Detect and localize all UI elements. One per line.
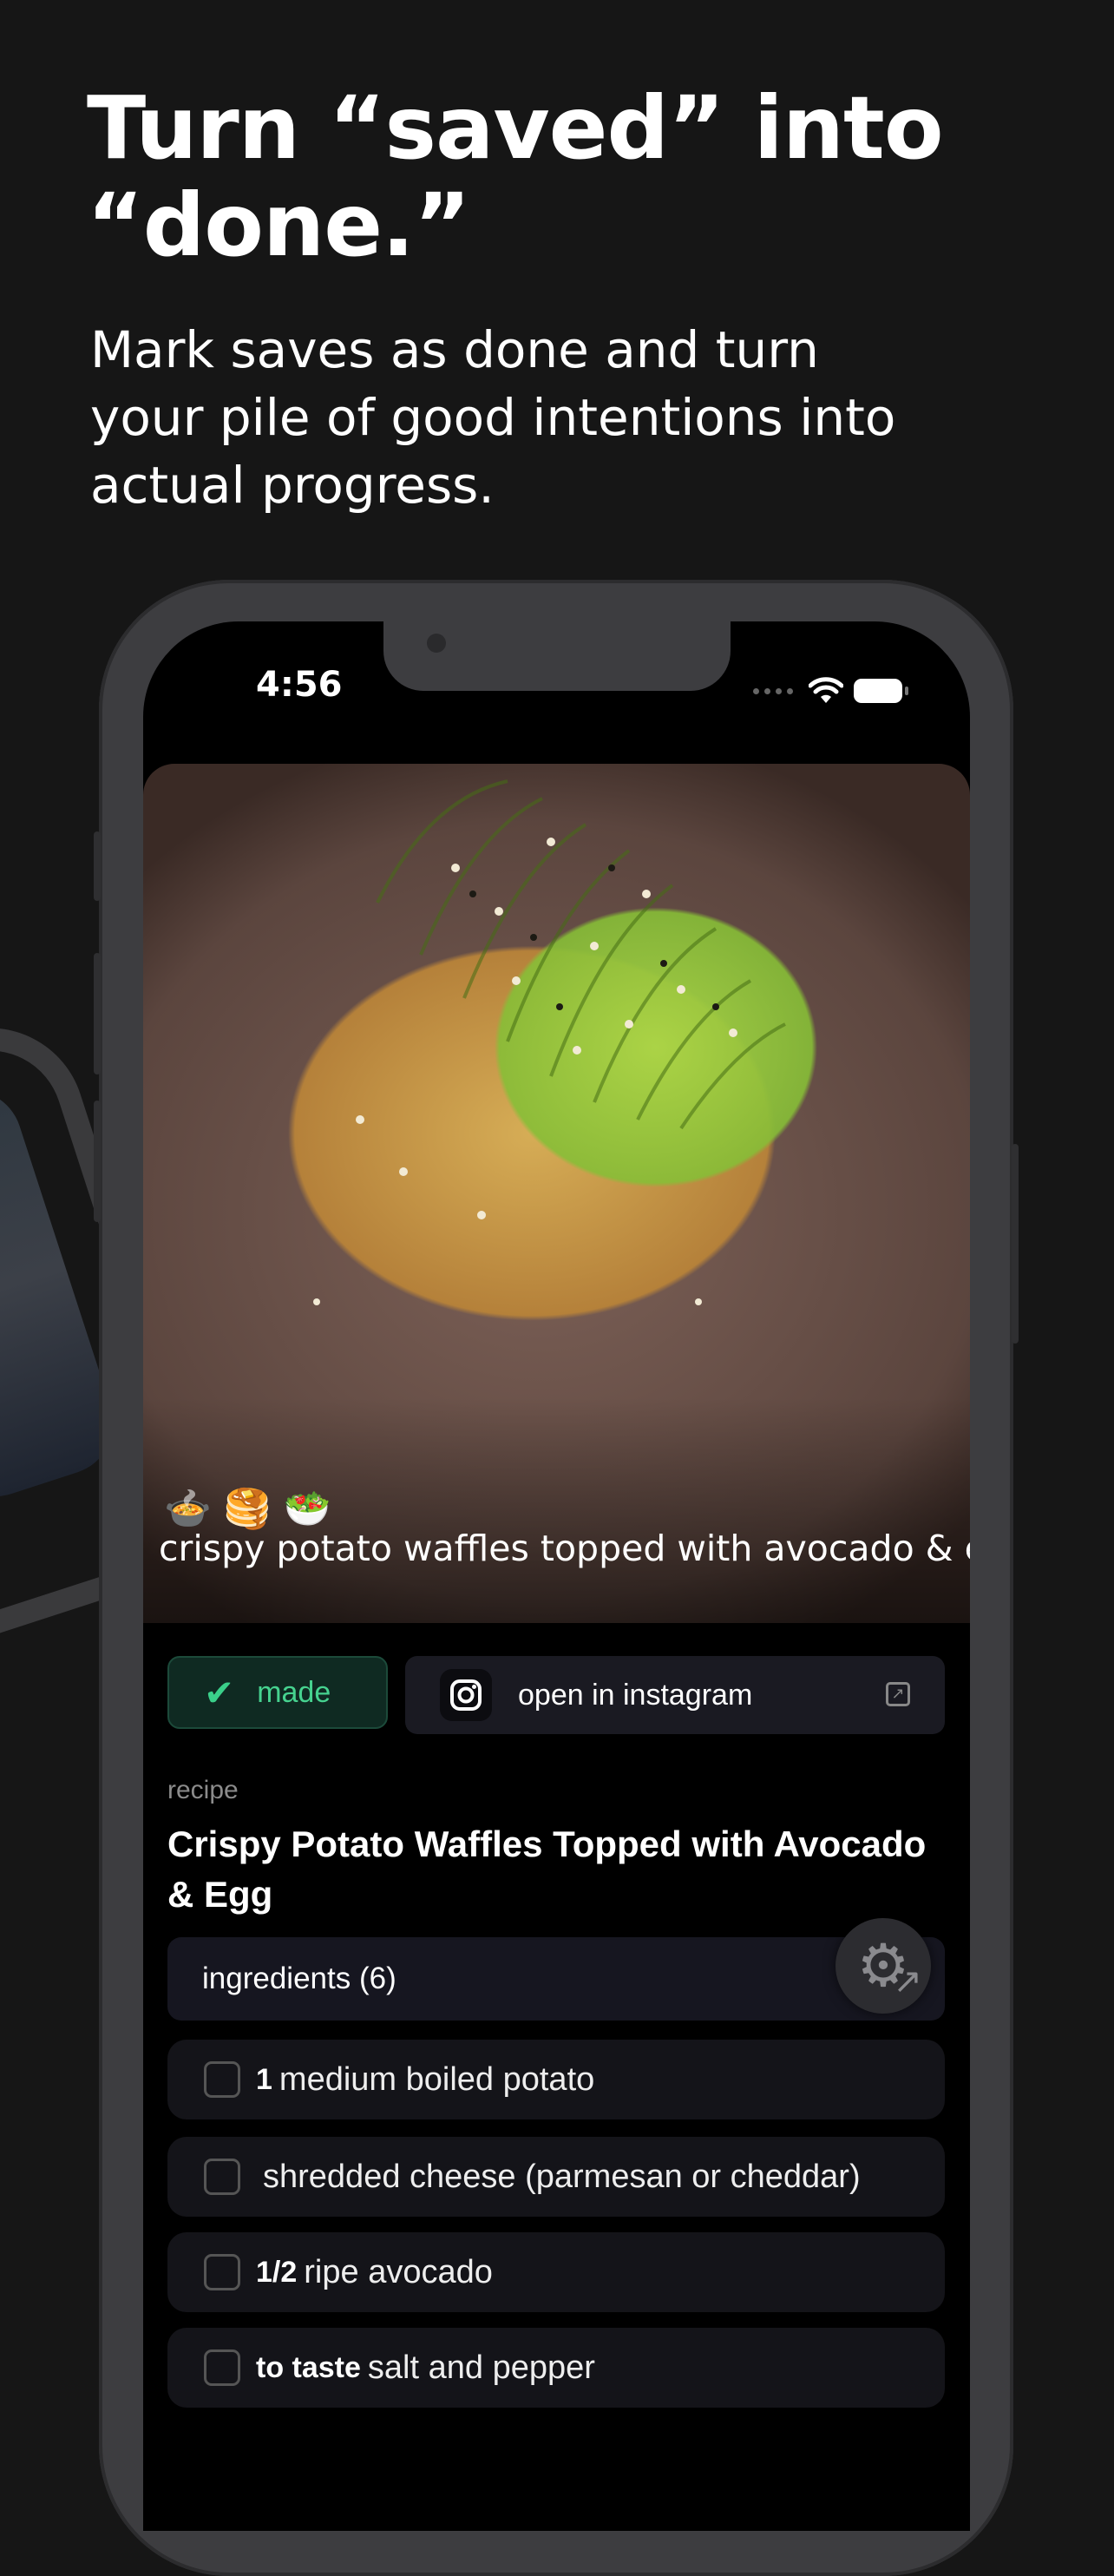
ingredients-header[interactable]: ingredients (6) [167, 1937, 945, 2021]
expand-arrow-icon: ↗ [893, 1962, 922, 2001]
pancake-emoji: 🥞 [223, 1488, 272, 1530]
category-emojis: 🍲 🥞 🥗 [164, 1488, 331, 1531]
status-time: 4:56 [256, 665, 343, 705]
made-label: made [257, 1675, 331, 1709]
ingredient-checkbox[interactable] [204, 2061, 240, 2098]
ingredient-checkbox[interactable] [204, 2254, 240, 2290]
front-camera [427, 634, 446, 653]
phone-screen: 4:56 🍲 🥞 🥗 crispy potato waffles topped … [143, 621, 970, 2531]
recipe-section-label: recipe [167, 1776, 239, 1804]
salad-emoji: 🥗 [283, 1488, 331, 1530]
recipe-title: Crispy Potato Waffles Topped with Avocad… [167, 1824, 927, 1915]
status-icons [753, 674, 908, 708]
wifi-icon [809, 677, 843, 703]
ingredient-row[interactable]: 1/2 ripe avocado [167, 2232, 945, 2312]
instagram-icon [440, 1669, 492, 1721]
battery-icon [854, 679, 908, 703]
ingredients-header-label: ingredients (6) [202, 1962, 396, 1995]
ingredient-checkbox[interactable] [204, 2349, 240, 2386]
ingredient-row[interactable]: shredded cheese (parmesan or cheddar) [167, 2137, 945, 2217]
open-in-instagram-label: open in instagram [518, 1678, 753, 1712]
stew-emoji: 🍲 [164, 1488, 212, 1530]
side-button-volume-down [94, 1101, 101, 1222]
recipe-photo[interactable]: 🍲 🥞 🥗 crispy potato waffles topped with … [143, 764, 970, 1623]
ingredient-qty: 1/2 [256, 2255, 298, 2289]
ingredient-qty: 1 [256, 2062, 272, 2096]
check-icon: ✔ [204, 1672, 235, 1713]
ingredient-item: shredded cheese (parmesan or cheddar) [263, 2158, 861, 2195]
settings-fab[interactable]: ⚙ ↗ [836, 1918, 931, 2014]
ingredient-item: ripe avocado [304, 2253, 493, 2290]
ingredient-checkbox[interactable] [204, 2159, 240, 2195]
made-button[interactable]: ✔ made [167, 1656, 388, 1729]
ingredient-item: medium boiled potato [278, 2060, 595, 2098]
signal-dots [753, 687, 793, 694]
side-button-power [1012, 1144, 1019, 1344]
side-button-mute [94, 831, 101, 901]
side-button-volume-up [94, 953, 101, 1074]
headline: Turn “saved” into “done.” [87, 77, 944, 276]
subhead: Mark saves as done and turn your pile of… [90, 320, 896, 515]
external-link-icon: ↗ [886, 1682, 910, 1706]
ingredient-qty: to taste [256, 2350, 361, 2384]
ingredient-item: salt and pepper [367, 2349, 595, 2386]
ingredient-row[interactable]: 1 medium boiled potato [167, 2040, 945, 2119]
ingredient-row[interactable]: to taste salt and pepper [167, 2328, 945, 2408]
open-in-instagram-button[interactable]: open in instagram ↗ [405, 1656, 945, 1734]
notch [383, 621, 731, 691]
photo-caption: crispy potato waffles topped with avocad… [159, 1528, 970, 1569]
